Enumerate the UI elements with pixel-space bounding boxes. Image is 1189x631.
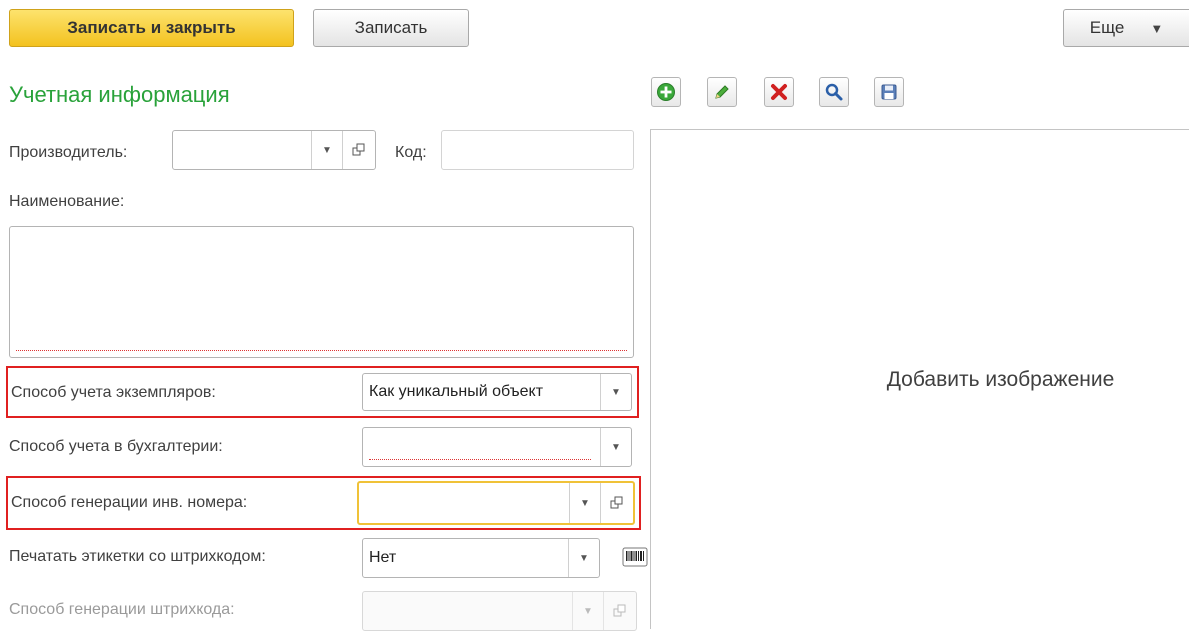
name-value[interactable] [10, 227, 633, 357]
accounting-method-field[interactable]: ▼ [362, 427, 632, 467]
chevron-down-icon[interactable]: ▼ [569, 483, 600, 523]
save-label: Записать [354, 18, 428, 37]
chevron-down-icon: ▼ [572, 592, 603, 630]
print-barcode-labels-field[interactable]: Нет ▼ [362, 538, 600, 578]
manufacturer-field[interactable]: ▼ [172, 130, 376, 170]
view-image-button[interactable] [819, 77, 849, 107]
manufacturer-label: Производитель: [9, 144, 128, 161]
chevron-down-icon[interactable]: ▼ [311, 131, 342, 169]
edit-image-button[interactable] [707, 77, 737, 107]
more-label: Еще [1089, 18, 1125, 37]
accounting-method-value[interactable] [363, 428, 600, 466]
barcode-generation-field: ▼ [362, 591, 637, 631]
chevron-down-icon[interactable]: ▼ [600, 428, 631, 466]
barcode-generation-label: Способ генерации штрихкода: [9, 601, 235, 618]
save-image-button[interactable] [874, 77, 904, 107]
chevron-down-icon[interactable]: ▼ [568, 539, 599, 577]
save-and-close-button[interactable]: Записать и закрыть [9, 9, 294, 47]
code-field[interactable] [441, 130, 634, 170]
name-label: Наименование: [9, 193, 125, 210]
accounting-method-label: Способ учета в бухгалтерии: [9, 438, 223, 455]
manufacturer-value[interactable] [173, 131, 311, 169]
more-button[interactable]: Еще ▼ [1063, 9, 1189, 47]
required-indicator [369, 459, 591, 460]
inv-number-generation-field[interactable]: ▼ [357, 481, 635, 525]
save-icon [881, 84, 897, 100]
chevron-down-icon[interactable]: ▼ [600, 374, 631, 410]
instance-accounting-value[interactable]: Как уникальный объект [363, 374, 600, 410]
code-label: Код: [395, 144, 427, 161]
save-button[interactable]: Записать [313, 9, 469, 47]
delete-image-button[interactable] [764, 77, 794, 107]
add-image-button[interactable] [651, 77, 681, 107]
chevron-down-icon: ▼ [1150, 20, 1164, 36]
add-icon [657, 83, 675, 101]
section-title: Учетная информация [9, 82, 230, 107]
image-panel[interactable]: Добавить изображение [650, 129, 1189, 629]
save-and-close-label: Записать и закрыть [67, 18, 236, 37]
inv-number-generation-value[interactable] [359, 483, 569, 523]
open-icon[interactable] [600, 483, 633, 523]
code-value[interactable] [442, 131, 633, 169]
open-icon[interactable] [342, 131, 375, 169]
instance-accounting-label: Способ учета экземпляров: [11, 384, 216, 401]
barcode-icon[interactable] [622, 546, 648, 568]
required-indicator [16, 350, 627, 351]
print-barcode-labels-label: Печатать этикетки со штрихкодом: [9, 548, 266, 565]
name-textarea[interactable] [9, 226, 634, 358]
open-icon [603, 592, 636, 630]
delete-icon [771, 84, 787, 100]
edit-icon [715, 85, 729, 99]
inv-number-generation-label: Способ генерации инв. номера: [11, 494, 248, 511]
barcode-generation-value [363, 592, 572, 630]
instance-accounting-field[interactable]: Как уникальный объект ▼ [362, 373, 632, 411]
add-image-link[interactable]: Добавить изображение [887, 368, 1115, 392]
print-barcode-labels-value[interactable]: Нет [363, 539, 568, 577]
view-icon [825, 83, 843, 101]
